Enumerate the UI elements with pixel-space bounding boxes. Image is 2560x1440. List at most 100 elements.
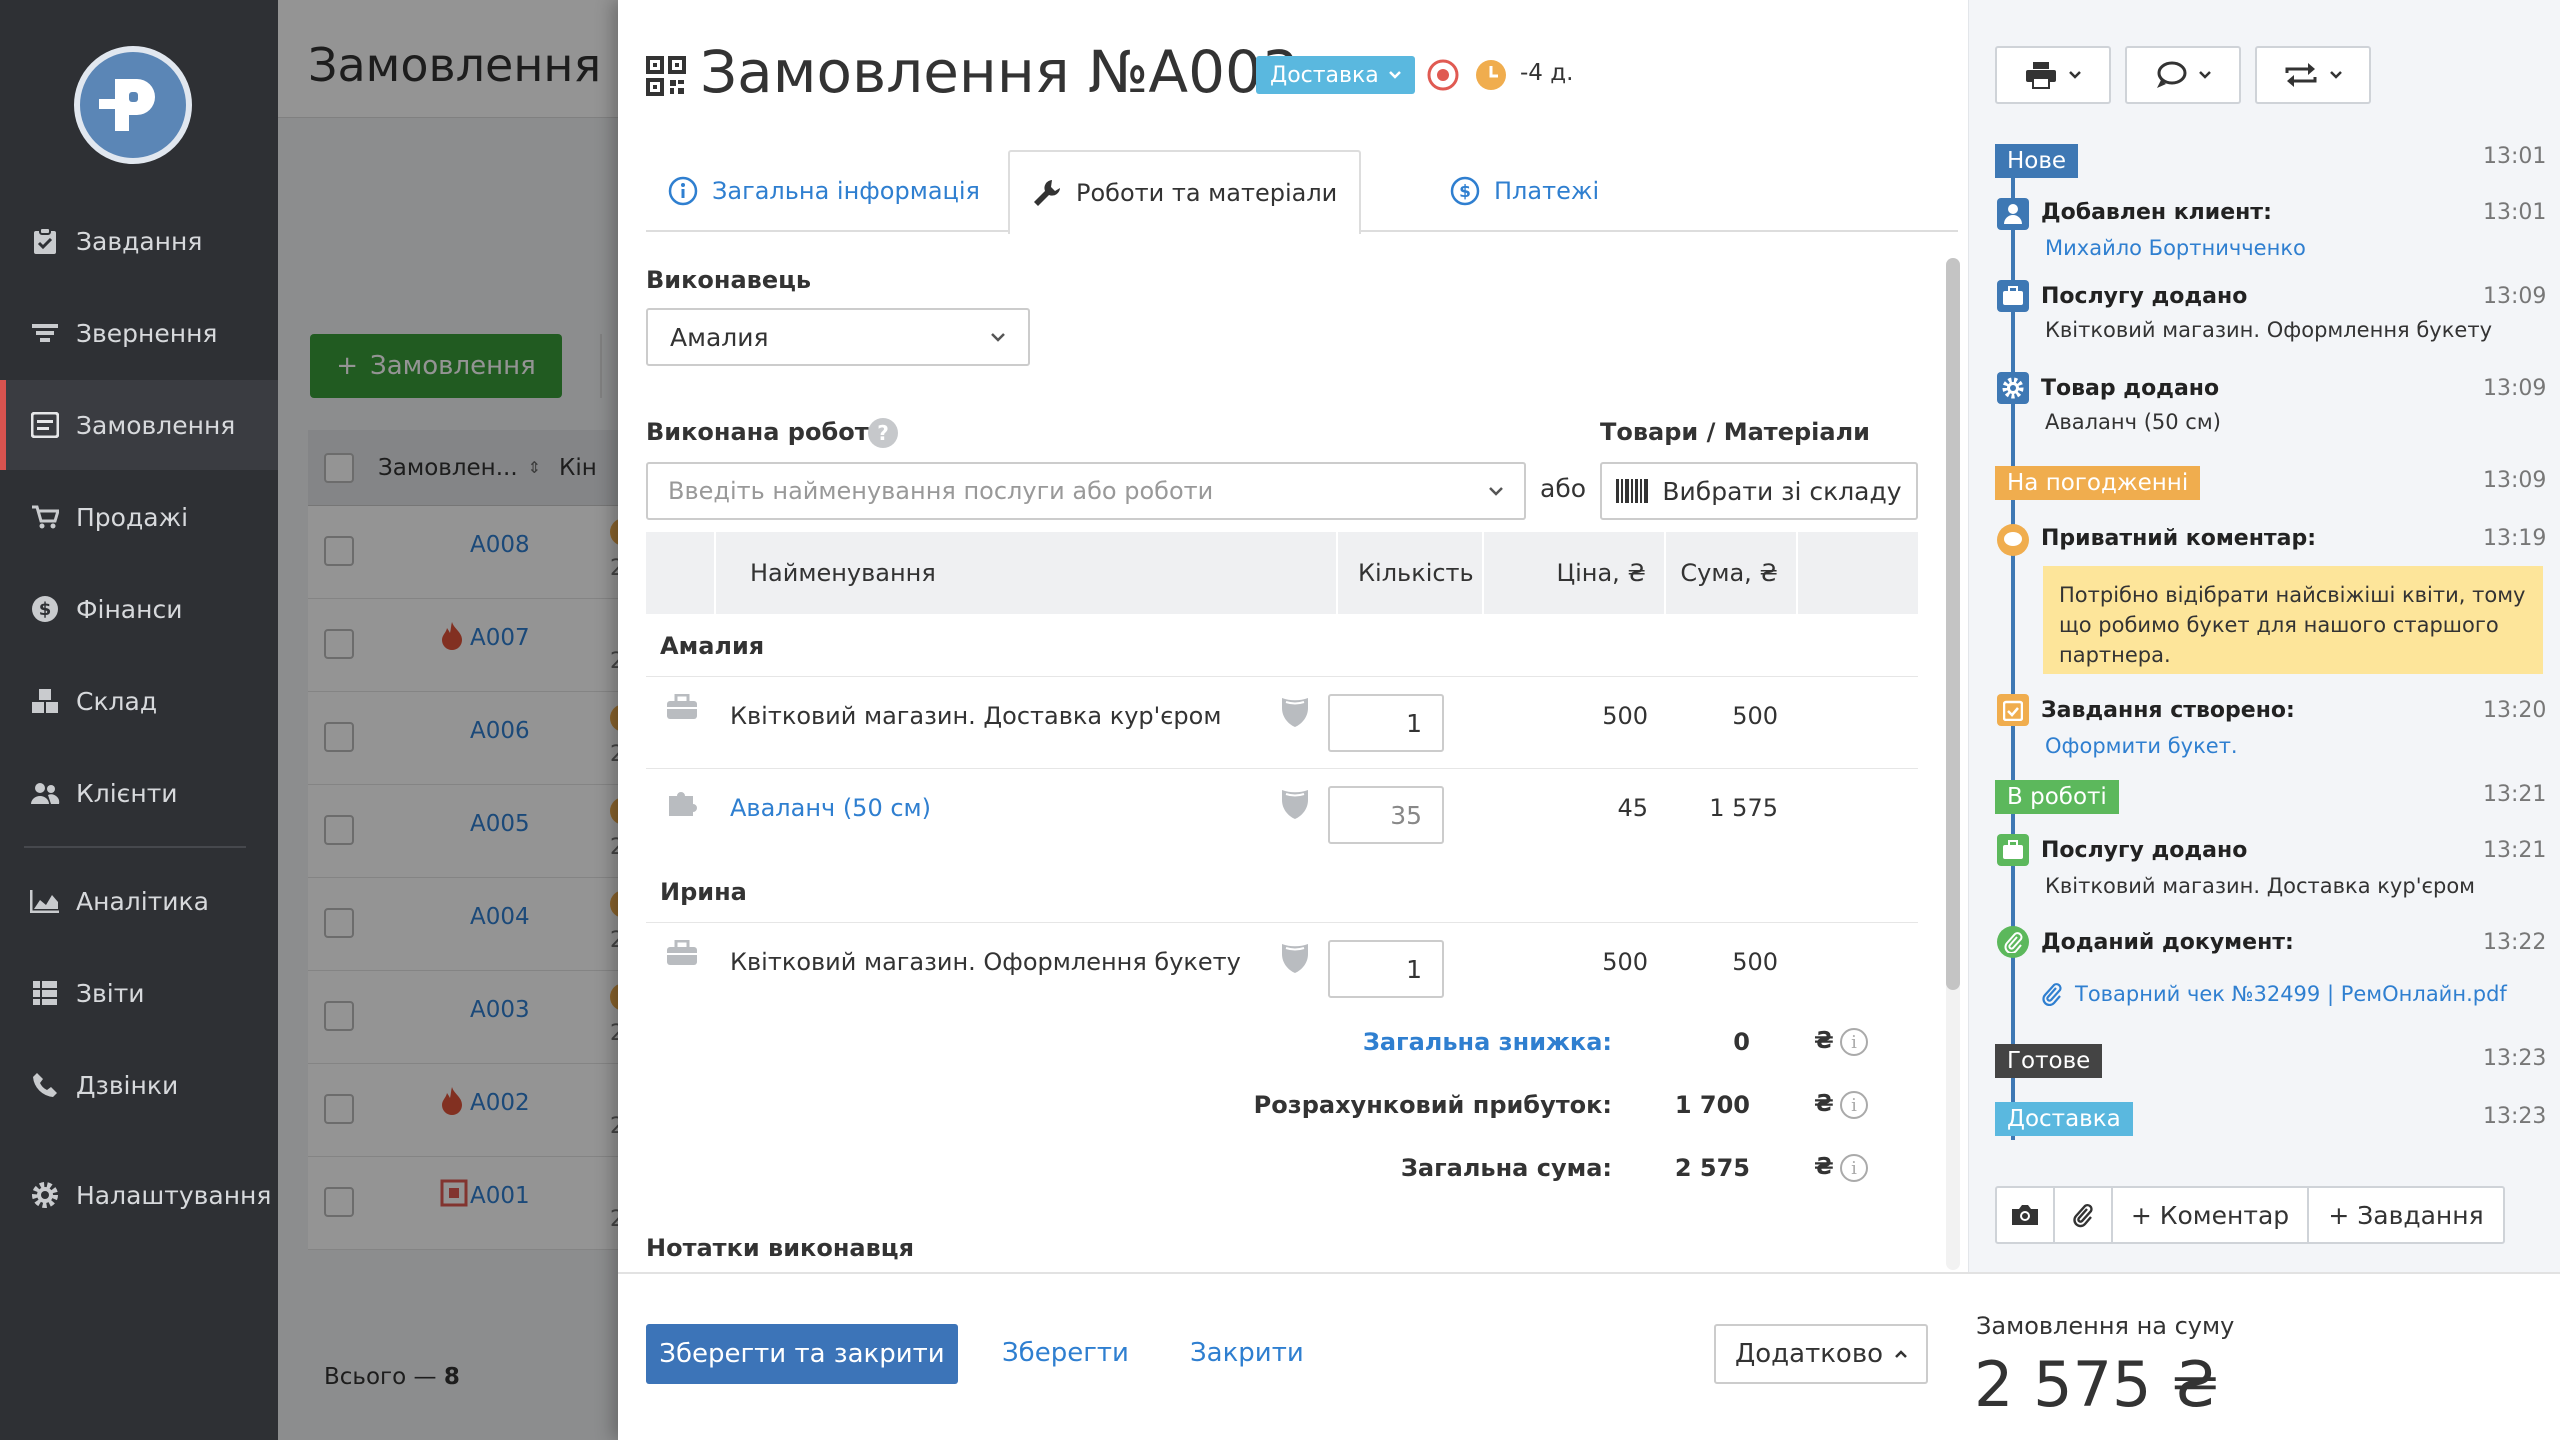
puzzle-icon xyxy=(666,786,698,816)
nav-label: Завдання xyxy=(76,226,203,256)
event-time: 13:22 xyxy=(2483,930,2547,955)
more-button[interactable]: Додатково xyxy=(1714,1324,1928,1384)
event-time: 13:20 xyxy=(2483,698,2547,723)
user-icon xyxy=(1997,198,2029,230)
event-title: Приватний коментар: xyxy=(2041,526,2317,551)
warranty-icon[interactable] xyxy=(1280,696,1310,728)
save-button[interactable]: Зберегти xyxy=(1002,1338,1129,1368)
order-sum-label: Замовлення на суму xyxy=(1976,1312,2235,1340)
status-badge[interactable]: Доставка xyxy=(1256,56,1415,94)
logo-icon xyxy=(99,79,155,131)
event-time: 13:21 xyxy=(2483,838,2547,863)
add-task-button[interactable]: + Завдання xyxy=(2309,1188,2503,1242)
print-button[interactable] xyxy=(1995,46,2111,104)
chevron-down-icon xyxy=(2330,71,2342,79)
svg-text:$: $ xyxy=(1459,182,1471,202)
event-title: Послугу додано xyxy=(2041,284,2248,309)
quantity-input[interactable]: 35 xyxy=(1328,786,1444,844)
chevron-down-icon xyxy=(2199,71,2211,79)
total-label: Загальна сума: xyxy=(1400,1154,1612,1182)
executor-label: Виконавець xyxy=(646,266,812,294)
item-price: 500 xyxy=(1602,948,1648,976)
info-icon[interactable]: i xyxy=(1840,1154,1868,1182)
nav-label: Клієнти xyxy=(76,778,178,808)
close-button[interactable]: Закрити xyxy=(1190,1338,1304,1368)
nav-analytics[interactable]: Аналітика xyxy=(0,856,278,946)
save-and-close-button[interactable]: Зберегти та закрити xyxy=(646,1324,958,1384)
group-name: Амалия xyxy=(660,632,765,660)
chevron-down-icon xyxy=(1388,71,1401,79)
nav-settings[interactable]: Налаштування xyxy=(0,1150,278,1240)
order-tabs: Загальна інформація Роботи та матеріали … xyxy=(646,150,1958,234)
transfer-button[interactable] xyxy=(2255,46,2371,104)
nav-requests[interactable]: Звернення xyxy=(0,288,278,378)
gear-icon xyxy=(30,1180,60,1210)
warranty-icon[interactable] xyxy=(1280,942,1310,974)
help-icon[interactable]: ? xyxy=(868,418,898,448)
event-text: Квітковий магазин. Доставка кур'єром xyxy=(2045,874,2476,898)
row-divider xyxy=(646,922,1918,923)
chat-icon xyxy=(2155,61,2187,89)
message-button[interactable] xyxy=(2125,46,2241,104)
info-icon[interactable]: i xyxy=(1840,1091,1868,1119)
chevron-down-icon xyxy=(990,332,1006,342)
nav-warehouse[interactable]: Склад xyxy=(0,656,278,746)
logo[interactable] xyxy=(74,46,192,164)
quantity-input[interactable]: 1 xyxy=(1328,940,1444,998)
group-name: Ирина xyxy=(660,878,747,906)
nav-calls[interactable]: Дзвінки xyxy=(0,1040,278,1130)
currency-sign: ₴ xyxy=(1814,1154,1834,1180)
nav-sales[interactable]: Продажі xyxy=(0,472,278,562)
profit-label: Розрахунковий прибуток: xyxy=(1253,1091,1612,1119)
client-link[interactable]: Михайло Бортничченко xyxy=(2045,236,2306,260)
nav-label: Дзвінки xyxy=(76,1070,179,1100)
total-value: 2 575 xyxy=(1674,1154,1750,1182)
select-from-stock-button[interactable]: Вибрати зі складу xyxy=(1600,462,1918,520)
stage-time: 13:23 xyxy=(2483,1104,2547,1129)
add-comment-button[interactable]: + Коментар xyxy=(2113,1188,2309,1242)
nav-finance[interactable]: $ Фінанси xyxy=(0,564,278,654)
stage-in-progress: В роботі xyxy=(1995,780,2119,814)
item-sum: 500 xyxy=(1732,702,1778,730)
currency-sign: ₴ xyxy=(1814,1091,1834,1117)
modal-backdrop[interactable] xyxy=(278,0,618,1440)
qr-code-icon[interactable] xyxy=(646,56,686,96)
camera-icon xyxy=(2010,1203,2040,1227)
private-comment: Потрібно відібрати найсвіжіші квіти, том… xyxy=(2043,566,2543,674)
event-time: 13:09 xyxy=(2483,376,2547,401)
nav-reports[interactable]: Звіти xyxy=(0,948,278,1038)
event-text: Аваланч (50 см) xyxy=(2045,410,2221,434)
info-icon[interactable]: i xyxy=(1840,1028,1868,1056)
items-table-header: Найменування Кількість Ціна, ₴ Сума, ₴ xyxy=(646,532,1918,614)
warranty-icon[interactable] xyxy=(1280,788,1310,820)
work-search-input[interactable]: Введіть найменування послуги або роботи xyxy=(646,462,1526,520)
scrollbar-thumb[interactable] xyxy=(1946,258,1960,990)
nav-clients[interactable]: Клієнти xyxy=(0,748,278,838)
discount-label[interactable]: Загальна знижка: xyxy=(1112,1028,1612,1056)
tab-works-materials[interactable]: Роботи та матеріали xyxy=(1008,150,1362,234)
task-link[interactable]: Оформити букет. xyxy=(2045,734,2238,758)
item-name[interactable]: Аваланч (50 см) xyxy=(730,794,931,822)
item-price: 45 xyxy=(1617,794,1648,822)
goods-label: Товари / Матеріали xyxy=(1600,418,1870,446)
tab-general-info[interactable]: Загальна інформація xyxy=(646,150,1002,232)
nav-orders[interactable]: Замовлення xyxy=(0,380,278,470)
camera-button[interactable] xyxy=(1997,1188,2055,1242)
document-link[interactable]: Товарний чек №32499 | РемОнлайн.pdf xyxy=(2041,982,2507,1006)
event-time: 13:09 xyxy=(2483,284,2547,309)
quantity-input[interactable]: 1 xyxy=(1328,694,1444,752)
repeat-icon xyxy=(2284,61,2318,89)
executor-select[interactable]: Амалия xyxy=(646,308,1030,366)
event-title: Послугу додано xyxy=(2041,838,2248,863)
nav-label: Аналітика xyxy=(76,886,209,916)
target-icon xyxy=(1426,58,1460,92)
attach-button[interactable] xyxy=(2055,1188,2113,1242)
nav-tasks[interactable]: Завдання xyxy=(0,196,278,286)
tab-payments[interactable]: $ Платежі xyxy=(1428,150,1621,232)
items-table: Найменування Кількість Ціна, ₴ Сума, ₴ xyxy=(646,532,1918,614)
barcode-icon xyxy=(1616,479,1649,503)
nav-divider xyxy=(24,846,246,848)
comment-icon xyxy=(1997,524,2029,556)
event-title: Доданий документ: xyxy=(2041,930,2294,955)
days-left: -4 д. xyxy=(1520,60,1574,86)
